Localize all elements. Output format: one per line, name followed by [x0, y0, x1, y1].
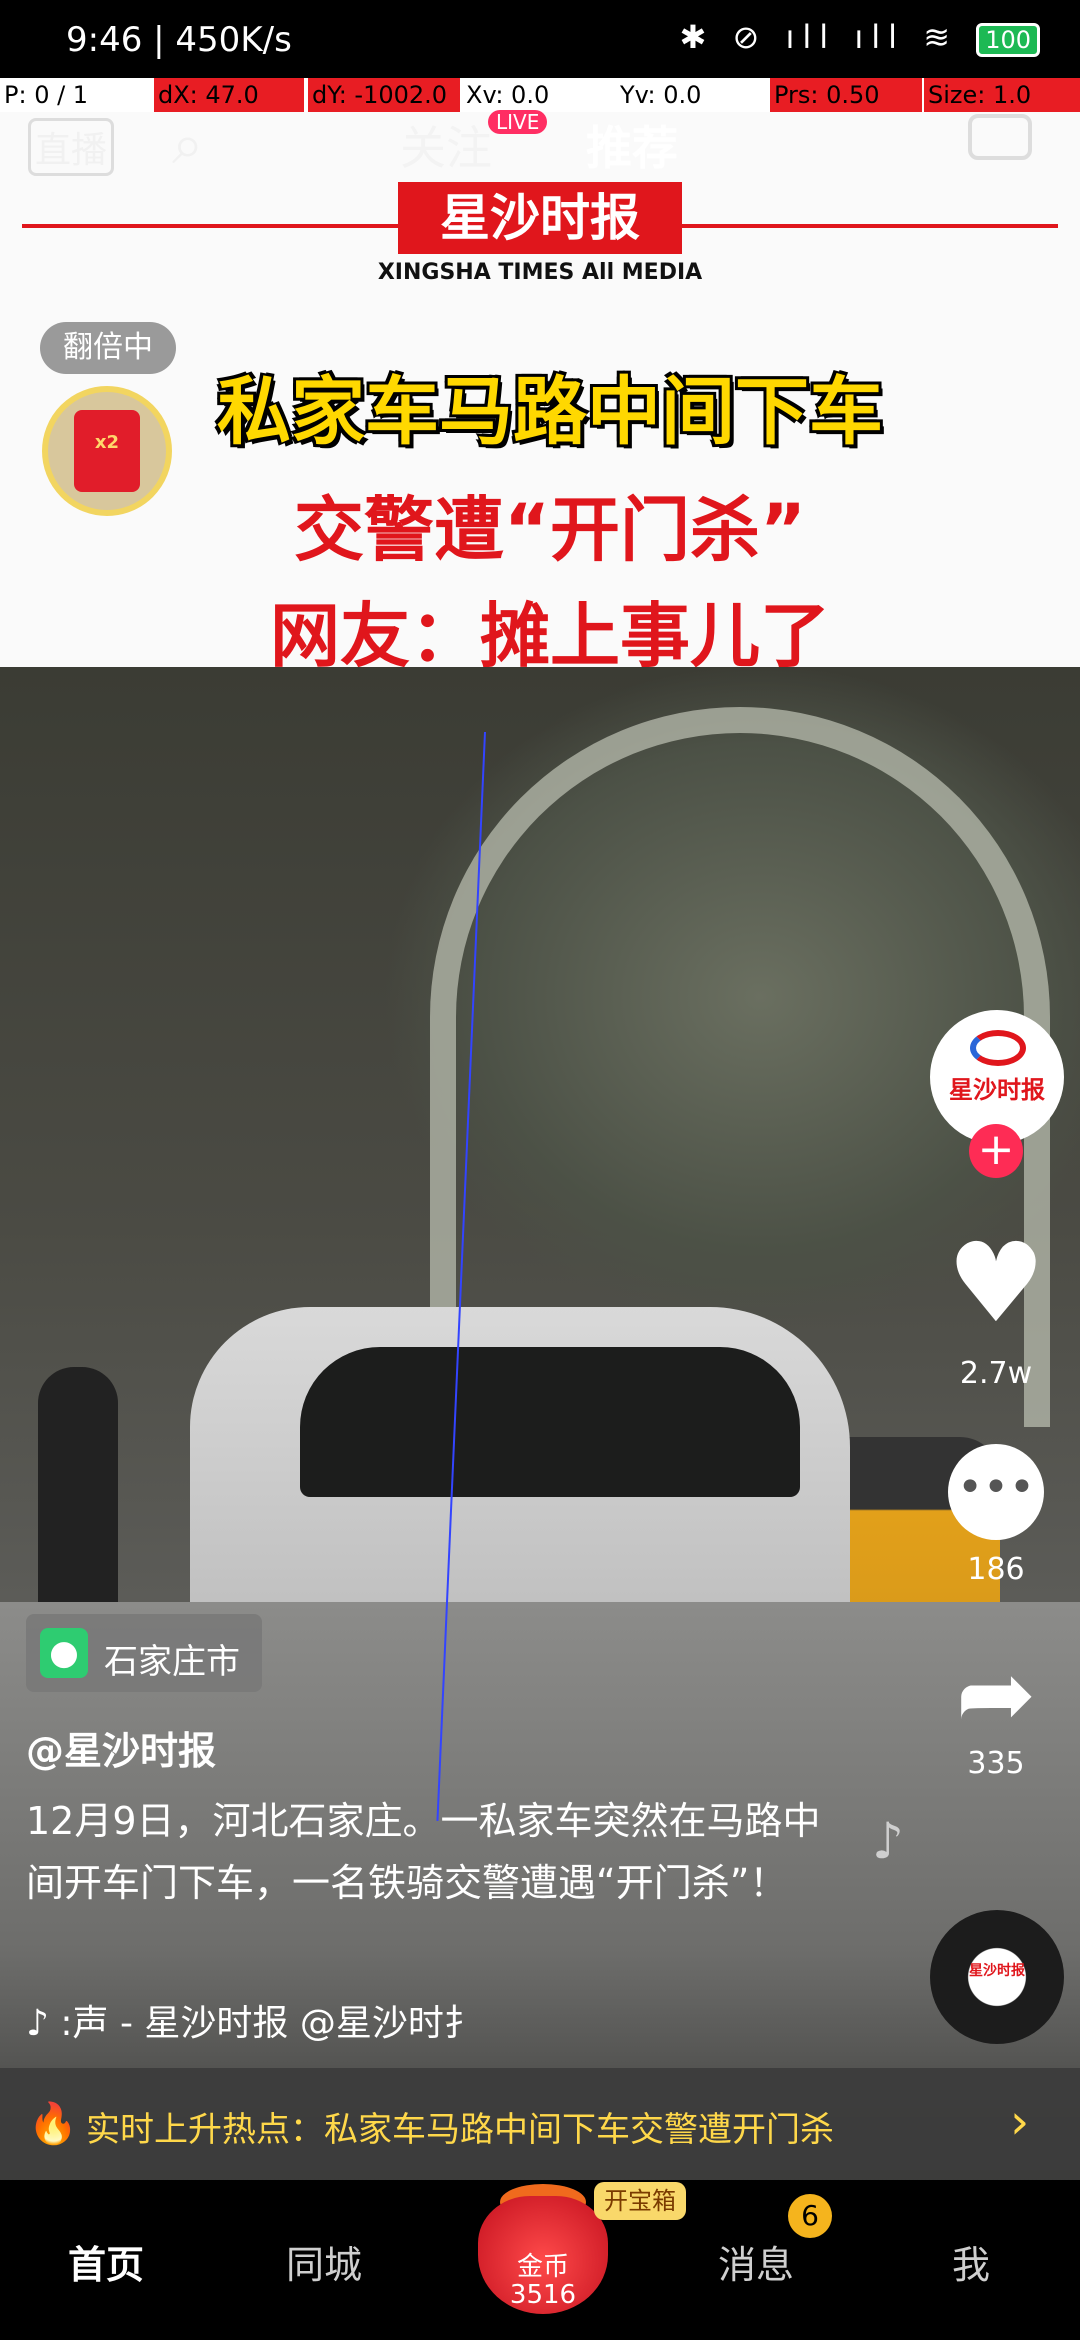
search-icon[interactable]: ⌕ — [172, 112, 203, 178]
music-info[interactable]: ♪ :声 - 星沙时报 @星沙时扌 — [26, 1994, 480, 2046]
debug-pressure: Prs: 0.50 — [770, 78, 922, 112]
share-count: 335 — [967, 1746, 1025, 1781]
coin-label: 金币 — [516, 2252, 569, 2282]
video-caption: 12月9日，河北石家庄。一私家车突然在马路中间开车门下车，一名铁骑交警遭遇“开门… — [26, 1799, 821, 1905]
xingsha-logo-subtitle: XINGSHA TIMES All MEDIA — [377, 260, 703, 285]
follow-button[interactable]: + — [969, 1124, 1023, 1178]
double-reward-badge: 翻倍中 — [40, 322, 176, 374]
nav-home[interactable]: 首页 — [68, 2234, 144, 2289]
scene-car-window — [300, 1347, 800, 1497]
top-nav: 直播 ⌕ 关注 LIVE 推荐 — [0, 110, 1080, 182]
messages-badge: 6 — [788, 2194, 832, 2238]
video-title-banner: 星沙时报 XINGSHA TIMES All MEDIA 私家车马路中间下车 交… — [0, 112, 1080, 677]
hot-topic-text: 实时上升热点：私家车马路中间下车交警遭开门杀 — [86, 2110, 834, 2150]
avatar-logo-icon — [970, 1030, 1026, 1066]
author-handle[interactable]: @星沙时报 — [26, 1720, 216, 1775]
comment-count: 186 — [967, 1552, 1025, 1587]
debug-dx: dX: 47.0 — [154, 78, 304, 112]
debug-dy: dY: -1002.0 — [308, 78, 460, 112]
tab-following[interactable]: 关注 — [400, 112, 492, 178]
like-count: 2.7w — [959, 1356, 1033, 1391]
camera-icon[interactable] — [968, 114, 1032, 160]
comment-icon[interactable]: ••• — [948, 1444, 1044, 1540]
music-note-icon: ♪ — [872, 1812, 904, 1870]
envelope-multiplier: x2 — [94, 432, 120, 453]
nav-messages[interactable]: 消息 — [718, 2234, 794, 2289]
status-bar: 9:46 | 450K/s ✱ ⊘ ıll ıll ≋ 100 — [0, 0, 1080, 78]
tab-recommend[interactable]: 推荐 — [586, 112, 678, 178]
status-icons: ✱ ⊘ ıll ıll ≋ 100 — [680, 18, 1040, 57]
live-tab[interactable]: 直播 — [28, 118, 115, 176]
flame-icon: 🔥 — [28, 2101, 78, 2147]
video-headline-1: 私家车马路中间下车 — [217, 369, 883, 455]
live-badge: LIVE — [488, 110, 548, 134]
avatar-logo-text: 星沙时报 — [949, 1076, 1045, 1104]
debug-xv: Xv: 0.0 — [466, 81, 550, 109]
location-label: 石家庄市 — [104, 1642, 240, 1682]
video-scene — [0, 667, 1080, 1707]
music-disc-logo: 星沙时报 — [969, 1963, 1025, 1979]
coin-count: 3516 — [509, 2280, 577, 2310]
battery-icon: 100 — [976, 23, 1040, 57]
chevron-right-icon: › — [1010, 2094, 1030, 2150]
status-icons-text: ✱ ⊘ ıll ıll ≋ — [679, 18, 959, 56]
status-time: 9:46 | 450K/s — [66, 20, 292, 60]
pointer-debug-overlay: P: 0 / 1 dX: 47.0 dY: -1002.0 Xv: 0.0 Yv… — [0, 78, 1080, 112]
debug-size: Size: 1.0 — [924, 78, 1080, 112]
video-headline-3: 网友：摊上事儿了 — [270, 595, 830, 677]
debug-yv: Yv: 0.0 — [620, 81, 702, 109]
treasure-chest-badge[interactable]: 开宝箱 — [594, 2182, 686, 2220]
nav-me[interactable]: 我 — [952, 2234, 990, 2289]
debug-pointer: P: 0 / 1 — [4, 81, 89, 109]
heart-icon[interactable]: ♥ — [946, 1228, 1046, 1338]
video-headline-2: 交警遭“开门杀” — [293, 489, 806, 571]
xingsha-logo: 星沙时报 — [398, 182, 682, 254]
nav-city[interactable]: 同城 — [286, 2234, 362, 2289]
share-icon[interactable]: ➦ — [946, 1644, 1046, 1744]
location-pin-icon: ● — [40, 1628, 88, 1678]
